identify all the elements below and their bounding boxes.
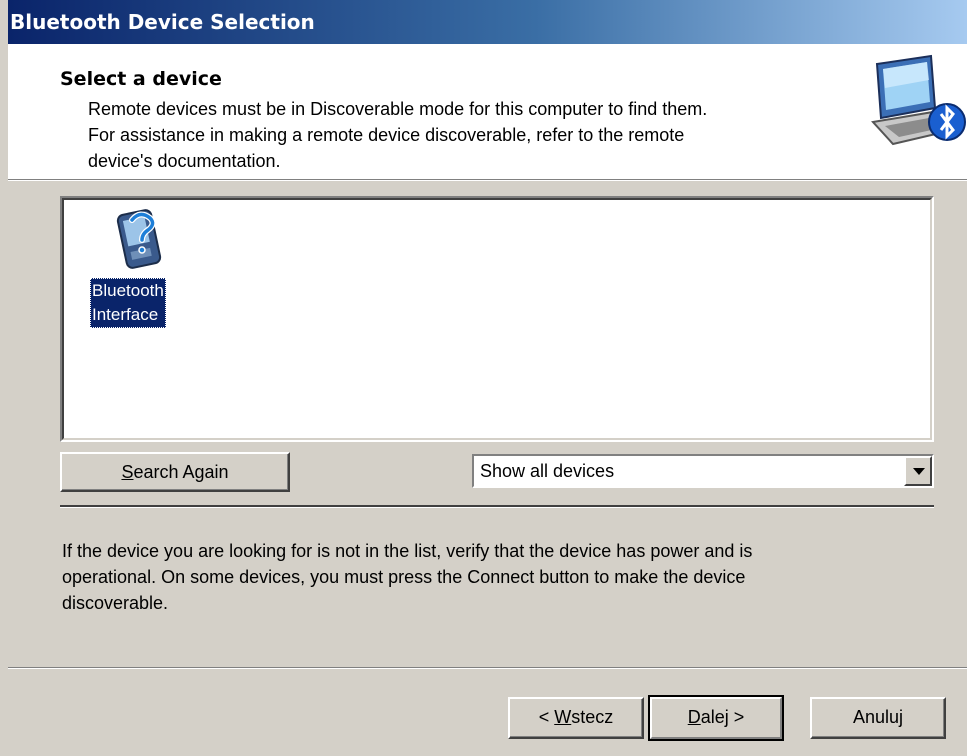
- header-divider-highlight: [8, 180, 967, 181]
- header-description-line: Remote devices must be in Discoverable m…: [88, 99, 708, 119]
- cancel-button[interactable]: Anuluj: [810, 697, 946, 739]
- list-item[interactable]: Bluetooth Interface: [88, 206, 192, 332]
- button-label: Dalej >: [687, 707, 745, 727]
- header-description-line: device's documentation.: [88, 151, 281, 171]
- device-filter-select[interactable]: Show all devices: [472, 454, 934, 488]
- footer-divider-highlight: [8, 668, 967, 669]
- wizard-header: Select a device Remote devices must be i…: [8, 44, 967, 179]
- computer-bluetooth-icon: [871, 54, 966, 146]
- device-label-line: Interface: [92, 305, 159, 324]
- button-label: Anuluj: [852, 707, 904, 727]
- info-text-line: discoverable.: [62, 593, 169, 613]
- next-button[interactable]: Dalej >: [648, 695, 784, 741]
- header-description: Remote devices must be in Discoverable m…: [88, 96, 848, 174]
- page-title: Select a device: [60, 68, 222, 90]
- back-button[interactable]: < Wstecz: [508, 697, 644, 739]
- button-label: < Wstecz: [538, 707, 614, 727]
- divider-highlight: [60, 507, 934, 508]
- button-label: Search Again: [121, 462, 229, 482]
- device-list[interactable]: Bluetooth Interface: [60, 196, 934, 442]
- dialog-window: Bluetooth Device Selection Select a devi…: [0, 0, 967, 756]
- device-filter-value: Show all devices: [480, 461, 615, 481]
- info-text-line: If the device you are looking for is not…: [62, 541, 753, 561]
- header-description-line: For assistance in making a remote device…: [88, 125, 685, 145]
- chevron-down-icon[interactable]: [904, 456, 932, 486]
- title-bar[interactable]: Bluetooth Device Selection: [8, 0, 967, 44]
- pda-unknown-icon: [116, 209, 162, 269]
- device-label-line: Bluetooth: [92, 281, 164, 300]
- info-text: If the device you are looking for is not…: [62, 538, 862, 616]
- search-again-button[interactable]: Search Again: [60, 452, 290, 492]
- device-label-selected[interactable]: Bluetooth Interface: [90, 278, 166, 328]
- info-text-line: operational. On some devices, you must p…: [62, 567, 746, 587]
